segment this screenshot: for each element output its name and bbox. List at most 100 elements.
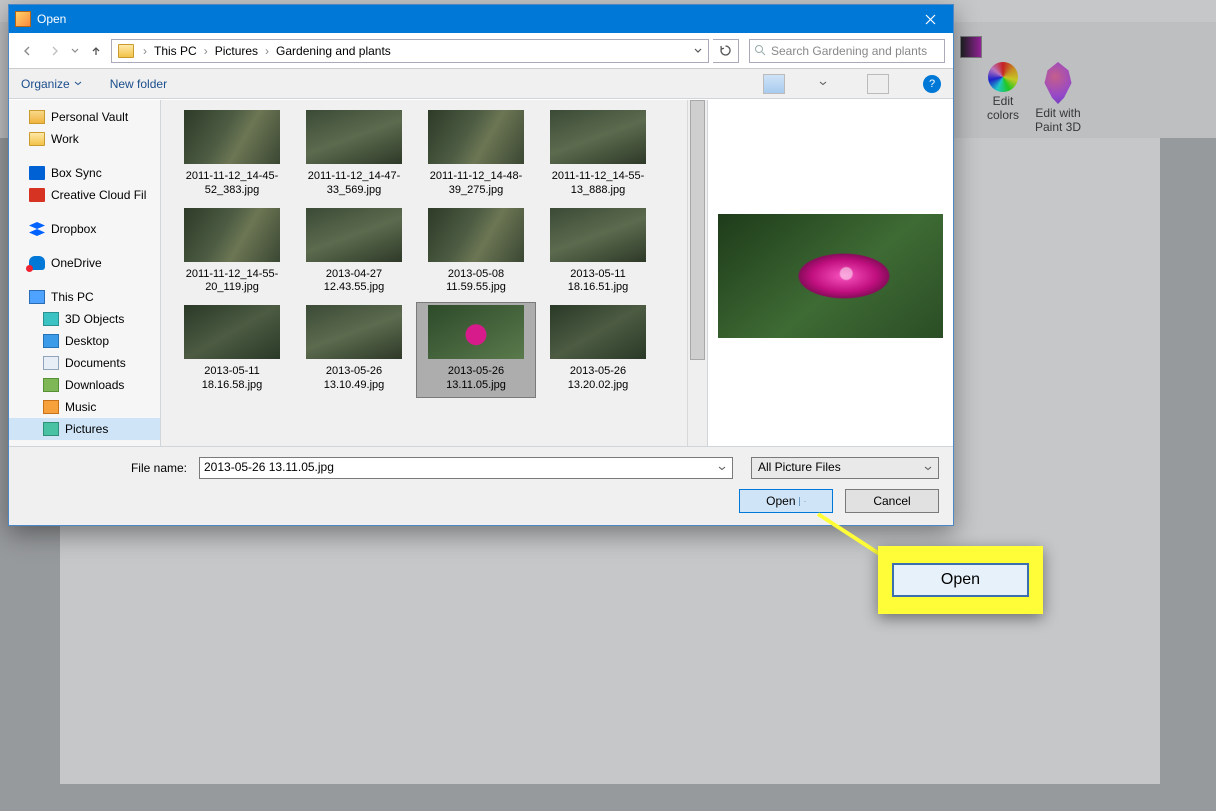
file-name: 2013-05-26 13.11.05.jpg <box>421 365 531 393</box>
scrollbar-thumb[interactable] <box>690 100 705 360</box>
pc-icon <box>29 290 45 304</box>
file-thumbnail <box>306 110 402 164</box>
chevron-down-icon[interactable] <box>819 81 827 86</box>
split-chevron-icon <box>799 497 806 506</box>
file-item[interactable]: 2013-05-26 13.10.49.jpg <box>295 303 413 397</box>
chevron-right-icon: › <box>262 44 272 58</box>
tree-item-cc[interactable]: Creative Cloud Fil <box>9 184 160 206</box>
file-item[interactable]: 2011-11-12_14-55- 20_119.jpg <box>173 206 291 300</box>
vault-icon <box>29 110 45 124</box>
file-thumbnail <box>550 305 646 359</box>
file-name: 2011-11-12_14-55- 13_888.jpg <box>543 170 653 198</box>
down-icon <box>43 378 59 392</box>
dialog-title: Open <box>37 12 66 26</box>
tree-item-mus[interactable]: Music <box>9 396 160 418</box>
file-thumbnail <box>184 305 280 359</box>
arrow-up-icon <box>90 45 102 57</box>
preview-image <box>718 214 943 338</box>
tree-item-down[interactable]: Downloads <box>9 374 160 396</box>
cancel-button[interactable]: Cancel <box>845 489 939 513</box>
tree-item-desk[interactable]: Desktop <box>9 330 160 352</box>
search-input[interactable]: Search Gardening and plants <box>749 39 945 63</box>
address-bar[interactable]: › This PC › Pictures › Gardening and pla… <box>111 39 709 63</box>
file-item[interactable]: 2011-11-12_14-45- 52_383.jpg <box>173 108 291 202</box>
tree-item-label: Pictures <box>65 422 108 436</box>
tree-item-label: Creative Cloud Fil <box>51 188 146 202</box>
new-folder-button[interactable]: New folder <box>110 77 167 91</box>
tree-item-label: Desktop <box>65 334 109 348</box>
chevron-right-icon: › <box>140 44 150 58</box>
file-grid[interactable]: 2011-11-12_14-45- 52_383.jpg2011-11-12_1… <box>161 100 687 446</box>
tree-item-box[interactable]: Box Sync <box>9 162 160 184</box>
help-button[interactable]: ? <box>923 75 941 93</box>
file-item[interactable]: 2011-11-12_14-55- 13_888.jpg <box>539 108 657 202</box>
file-item[interactable]: 2013-05-08 11.59.55.jpg <box>417 206 535 300</box>
tree-item-pics[interactable]: Pictures <box>9 418 160 440</box>
close-button[interactable] <box>907 5 953 33</box>
tree-item-label: Work <box>51 132 79 146</box>
file-name: 2013-05-26 13.20.02.jpg <box>543 365 653 393</box>
file-item[interactable]: 2013-05-11 18.16.58.jpg <box>173 303 291 397</box>
open-dialog: Open › This PC › Pictures › Gardening an… <box>8 4 954 526</box>
preview-pane-button[interactable] <box>867 74 889 94</box>
tree-item-od[interactable]: OneDrive <box>9 252 160 274</box>
folder-tree[interactable]: Personal Vault Work Box Sync Creative Cloud… <box>9 100 161 446</box>
tree-item-dbx[interactable]: Dropbox <box>9 218 160 240</box>
music-icon <box>43 400 59 414</box>
tree-item-label: Dropbox <box>51 222 96 236</box>
file-name: 2013-05-11 18.16.58.jpg <box>177 365 287 393</box>
back-button[interactable] <box>17 40 39 62</box>
file-item[interactable]: 2013-05-11 18.16.51.jpg <box>539 206 657 300</box>
callout-open-button: Open <box>892 563 1029 597</box>
filename-input[interactable]: 2013-05-26 13.11.05.jpg <box>199 457 733 479</box>
open-button[interactable]: Open <box>739 489 833 513</box>
preview-pane <box>707 100 953 446</box>
file-name: 2013-05-26 13.10.49.jpg <box>299 365 409 393</box>
file-thumbnail <box>428 110 524 164</box>
tree-item-label: Box Sync <box>51 166 102 180</box>
tree-item-docs[interactable]: Documents <box>9 352 160 374</box>
file-item[interactable]: 2011-11-12_14-48- 39_275.jpg <box>417 108 535 202</box>
docs-icon <box>43 356 59 370</box>
tree-item-pc[interactable]: This PC <box>9 286 160 308</box>
tree-item-label: This PC <box>51 290 94 304</box>
tree-item-label: Downloads <box>65 378 124 392</box>
tree-item-work[interactable]: Work <box>9 128 160 150</box>
crumb-this-pc[interactable]: This PC <box>150 44 201 58</box>
file-item[interactable]: 2013-05-26 13.20.02.jpg <box>539 303 657 397</box>
chevron-right-icon: › <box>201 44 211 58</box>
filetype-dropdown[interactable] <box>920 458 936 478</box>
file-item[interactable]: 2011-11-12_14-47- 33_569.jpg <box>295 108 413 202</box>
file-name: 2013-04-27 12.43.55.jpg <box>299 268 409 296</box>
up-button[interactable] <box>85 40 107 62</box>
crumb-pictures[interactable]: Pictures <box>211 44 262 58</box>
view-mode-button[interactable] <box>763 74 785 94</box>
filename-dropdown[interactable] <box>714 458 730 478</box>
nav-row: › This PC › Pictures › Gardening and pla… <box>9 33 953 69</box>
organize-menu[interactable]: Organize <box>21 77 82 91</box>
chevron-down-icon <box>924 466 932 471</box>
chevron-down-icon <box>74 81 82 86</box>
tree-item-pv[interactable]: Personal Vault <box>9 106 160 128</box>
forward-button[interactable] <box>43 40 65 62</box>
arrow-right-icon <box>48 45 60 57</box>
file-item[interactable]: 2013-04-27 12.43.55.jpg <box>295 206 413 300</box>
file-thumbnail <box>550 110 646 164</box>
chevron-down-icon[interactable] <box>694 48 702 54</box>
crumb-folder[interactable]: Gardening and plants <box>272 44 395 58</box>
tree-item-label: OneDrive <box>51 256 102 270</box>
filetype-select[interactable]: All Picture Files <box>751 457 939 479</box>
file-thumbnail <box>428 305 524 359</box>
scrollbar-track[interactable] <box>687 100 707 446</box>
tree-item-o3d[interactable]: 3D Objects <box>9 308 160 330</box>
cc-icon <box>29 188 45 202</box>
callout-highlight: Open <box>878 546 1043 614</box>
tree-item-label: Music <box>65 400 96 414</box>
obj3d-icon <box>43 312 59 326</box>
file-item[interactable]: 2013-05-26 13.11.05.jpg <box>417 303 535 397</box>
refresh-button[interactable] <box>713 39 739 63</box>
cloud-icon <box>29 256 45 270</box>
history-dropdown[interactable] <box>69 40 81 62</box>
search-placeholder: Search Gardening and plants <box>771 44 927 58</box>
dialog-titlebar: Open <box>9 5 953 33</box>
